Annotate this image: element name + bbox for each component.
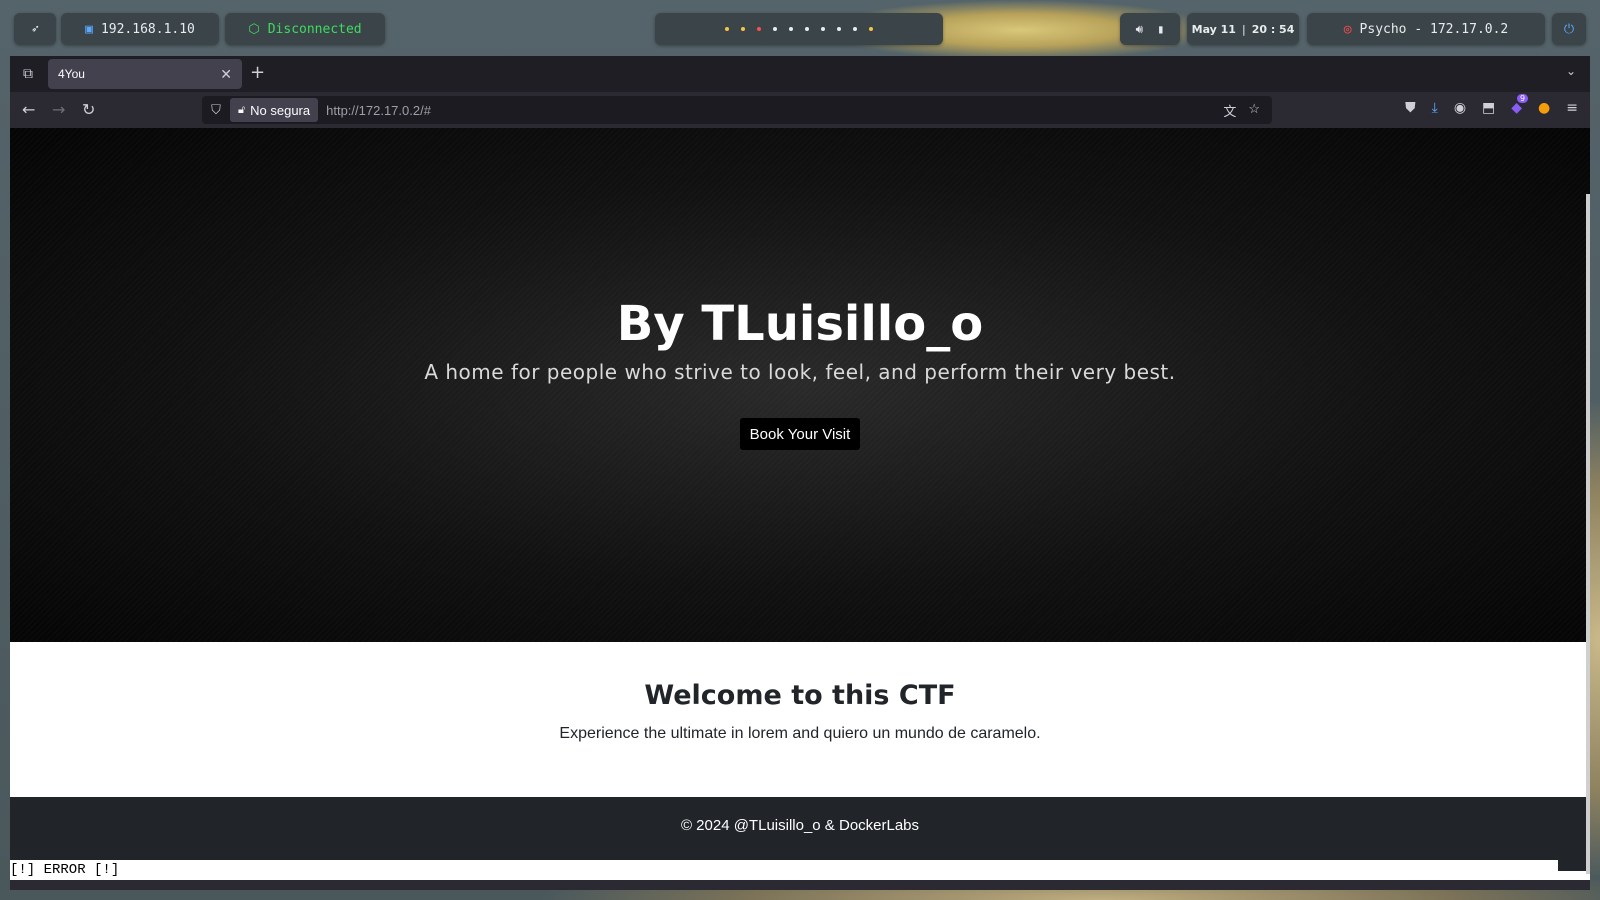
top-panel: ➶ ▣ 192.168.1.10 ⬡ Disconnected 🔊︎ ▮ May… xyxy=(0,0,1600,56)
workspace-dot[interactable] xyxy=(757,27,761,31)
close-icon[interactable]: ✕ xyxy=(220,66,232,83)
back-arrow-icon[interactable]: ← xyxy=(22,100,35,119)
ip-indicator[interactable]: ▣ 192.168.1.10 xyxy=(61,13,219,45)
menu-logo-button[interactable]: ➶ xyxy=(14,13,56,45)
web-page: By TLuisillo_o A home for people who str… xyxy=(10,128,1590,880)
vpn-status-text: Disconnected xyxy=(267,21,362,37)
url-actions: 文 ☆ xyxy=(1223,101,1260,120)
account-icon[interactable]: ◉ xyxy=(1454,100,1466,116)
tab-overview-icon[interactable]: ⧉ xyxy=(10,56,46,92)
toolbar-icons: ⛊ ⤓ ◉ ⬒ ◆ 9 ● ≡ xyxy=(1405,94,1578,116)
workspace-dot[interactable] xyxy=(853,27,857,31)
workspace-switcher xyxy=(655,13,943,45)
target-text: Psycho - 172.17.0.2 xyxy=(1359,21,1509,37)
power-icon: ⏻ xyxy=(1563,21,1575,37)
chevron-down-icon[interactable]: ⌄ xyxy=(1566,64,1576,78)
insecure-badge[interactable]: 🔓︎ No segura xyxy=(230,98,319,122)
volume-icon[interactable]: 🔊︎ xyxy=(1136,22,1144,37)
workspace-dot[interactable] xyxy=(773,27,777,31)
workspace-dot[interactable] xyxy=(869,27,873,31)
new-tab-button[interactable]: + xyxy=(250,62,265,83)
extension-icon[interactable]: ◆ 9 xyxy=(1511,94,1529,116)
hero-section: By TLuisillo_o A home for people who str… xyxy=(10,128,1590,642)
power-button[interactable]: ⏻ xyxy=(1552,13,1586,45)
clock[interactable]: May 11 | 20 : 54 xyxy=(1187,13,1299,45)
url-text[interactable]: http://172.17.0.2/# xyxy=(326,103,1223,118)
workspace-dot[interactable] xyxy=(789,27,793,31)
star-icon[interactable]: ☆ xyxy=(1248,101,1260,120)
target-indicator[interactable]: ◎ Psycho - 172.17.0.2 xyxy=(1307,13,1545,45)
cube-icon: ⬡ xyxy=(248,21,260,37)
workspace-dot[interactable] xyxy=(741,27,745,31)
book-visit-button[interactable]: Book Your Visit xyxy=(740,418,860,450)
reload-icon[interactable]: ↻ xyxy=(82,100,95,119)
forward-arrow-icon[interactable]: → xyxy=(52,100,65,119)
hero-subtitle: A home for people who strive to look, fe… xyxy=(424,360,1176,384)
download-icon[interactable]: ⤓ xyxy=(1432,100,1438,116)
shield-icon[interactable]: ⛉ xyxy=(202,102,230,118)
status-line: [!] ERROR [!] xyxy=(10,860,1558,880)
pocket-icon[interactable]: ⛊ xyxy=(1405,100,1416,116)
tab-title: 4You xyxy=(58,67,85,81)
section-title: Welcome to this CTF xyxy=(644,680,956,711)
tab-active[interactable]: 4You ✕ xyxy=(48,59,242,89)
workspace-dot[interactable] xyxy=(821,27,825,31)
kali-dragon-icon: ➶ xyxy=(31,21,39,37)
welcome-section: Welcome to this CTF Experience the ultim… xyxy=(10,642,1590,797)
hamburger-menu-icon[interactable]: ≡ xyxy=(1566,100,1578,116)
section-text: Experience the ultimate in lorem and qui… xyxy=(559,725,1041,742)
ip-text: 192.168.1.10 xyxy=(100,21,195,37)
workspace-dot[interactable] xyxy=(837,27,841,31)
extension-badge: 9 xyxy=(1516,94,1529,103)
system-tray: 🔊︎ ▮ xyxy=(1120,13,1180,45)
lock-icon: 🔓︎ xyxy=(238,103,246,116)
extensions-icon[interactable]: ⬒ xyxy=(1482,100,1495,116)
url-bar[interactable]: ⛉ 🔓︎ No segura http://172.17.0.2/# 文 ☆ xyxy=(202,96,1272,124)
clock-separator: | xyxy=(1241,22,1246,36)
tab-bar: ⧉ 4You ✕ + ⌄ xyxy=(10,56,1590,92)
workspace-dot[interactable] xyxy=(725,27,729,31)
vpn-indicator[interactable]: ⬡ Disconnected xyxy=(225,13,385,45)
monitor-icon: ▣ xyxy=(85,21,93,37)
time-text: 20 : 54 xyxy=(1251,22,1295,36)
date-text: May 11 xyxy=(1191,22,1236,36)
translate-icon[interactable]: 文 xyxy=(1223,101,1236,120)
target-icon: ◎ xyxy=(1343,21,1352,37)
foxyproxy-icon[interactable]: ● xyxy=(1538,100,1550,116)
battery-icon[interactable]: ▮ xyxy=(1157,22,1164,36)
nav-bar: ← → ↻ ⛉ 🔓︎ No segura http://172.17.0.2/#… xyxy=(10,92,1590,128)
browser-window: ⧉ 4You ✕ + ⌄ ← → ↻ ⛉ 🔓︎ No segura http:/… xyxy=(10,56,1590,890)
insecure-label: No segura xyxy=(250,102,311,118)
hero-title: By TLuisillo_o xyxy=(616,296,984,352)
footer-text: © 2024 @TLuisillo_o & DockerLabs xyxy=(680,817,920,834)
workspace-dot[interactable] xyxy=(805,27,809,31)
